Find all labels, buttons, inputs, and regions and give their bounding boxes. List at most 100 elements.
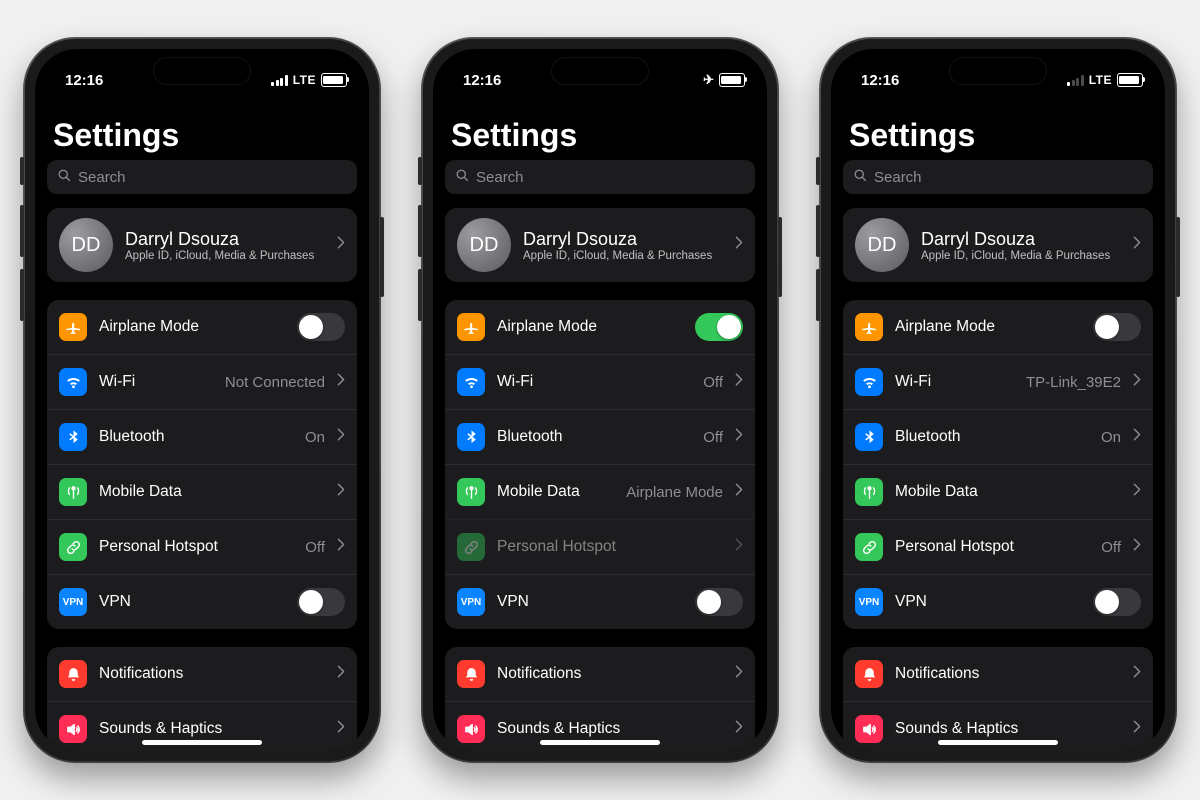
profile-subtitle: Apple ID, iCloud, Media & Purchases (523, 250, 723, 262)
home-indicator[interactable] (938, 740, 1058, 745)
page-title: Settings (445, 99, 755, 160)
search-icon (853, 168, 868, 187)
speaker-icon (855, 715, 883, 743)
avatar: DD (59, 218, 113, 272)
bell-icon (457, 660, 485, 688)
chevron-right-icon (337, 373, 345, 391)
personal-hotspot-row[interactable]: Personal Hotspot Off (843, 519, 1153, 574)
wifi-row[interactable]: Wi-Fi TP-Link_39E2 (843, 354, 1153, 409)
vpn-row[interactable]: VPN VPN (47, 574, 357, 629)
airplane-mode-switch[interactable] (695, 313, 743, 341)
chevron-right-icon (337, 538, 345, 556)
antenna-icon (855, 478, 883, 506)
alerts-group: Notifications Sounds & Haptics Focus (47, 647, 357, 751)
vpn-switch[interactable] (297, 588, 345, 616)
search-icon (57, 168, 72, 187)
wifi-row[interactable]: Wi-Fi Off (445, 354, 755, 409)
search-input[interactable]: Search (47, 160, 357, 194)
connectivity-group: Airplane Mode Wi-Fi Not Connected Blueto… (47, 300, 357, 629)
mobile-data-row[interactable]: Mobile Data (843, 464, 1153, 519)
personal-hotspot-row[interactable]: Personal Hotspot Off (47, 519, 357, 574)
bluetooth-row[interactable]: Bluetooth On (47, 409, 357, 464)
profile-row[interactable]: DD Darryl Dsouza Apple ID, iCloud, Media… (47, 208, 357, 282)
wifi-icon (59, 368, 87, 396)
dynamic-island (949, 57, 1047, 85)
chevron-right-icon (337, 428, 345, 446)
vpn-row[interactable]: VPN VPN (445, 574, 755, 629)
notifications-row[interactable]: Notifications (47, 647, 357, 701)
airplane-mode-switch[interactable] (297, 313, 345, 341)
iphone-frame-2: 12:16 ✈ Settings Search DD Darryl Dsouza (421, 37, 779, 763)
battery-icon (321, 73, 347, 87)
avatar: DD (457, 218, 511, 272)
notifications-row[interactable]: Notifications (843, 647, 1153, 701)
screen: 12:16 LTE Settings Search DD Darryl Dsou… (35, 49, 369, 751)
link-icon (855, 533, 883, 561)
wifi-icon (457, 368, 485, 396)
page-title: Settings (47, 99, 357, 160)
chevron-right-icon (1133, 373, 1141, 391)
notifications-row[interactable]: Notifications (445, 647, 755, 701)
chevron-right-icon (735, 720, 743, 738)
profile-name: Darryl Dsouza (125, 229, 325, 250)
chevron-right-icon (1133, 483, 1141, 501)
clock: 12:16 (861, 72, 899, 89)
bluetooth-row[interactable]: Bluetooth Off (445, 409, 755, 464)
carrier-label: LTE (293, 73, 316, 87)
clock: 12:16 (65, 72, 103, 89)
alerts-group: Notifications Sounds & Haptics Focus (843, 647, 1153, 751)
link-icon (457, 533, 485, 561)
page-title: Settings (843, 99, 1153, 160)
chevron-right-icon (337, 665, 345, 683)
search-input[interactable]: Search (843, 160, 1153, 194)
speaker-icon (59, 715, 87, 743)
hotspot-value: Off (305, 539, 325, 556)
airplane-mode-row[interactable]: Airplane Mode (47, 300, 357, 354)
dynamic-island (551, 57, 649, 85)
profile-name: Darryl Dsouza (921, 229, 1121, 250)
chevron-right-icon (337, 236, 345, 254)
bell-icon (855, 660, 883, 688)
wifi-row[interactable]: Wi-Fi Not Connected (47, 354, 357, 409)
battery-icon (1117, 73, 1143, 87)
search-placeholder: Search (874, 169, 922, 186)
vpn-icon: VPN (457, 588, 485, 616)
hotspot-value: Off (1101, 539, 1121, 556)
mobile-data-row[interactable]: Mobile Data Airplane Mode (445, 464, 755, 519)
wifi-icon (855, 368, 883, 396)
home-indicator[interactable] (540, 740, 660, 745)
bluetooth-row[interactable]: Bluetooth On (843, 409, 1153, 464)
airplane-mode-row[interactable]: Airplane Mode (445, 300, 755, 354)
screen: 12:16 ✈ Settings Search DD Darryl Dsouza (433, 49, 767, 751)
dynamic-island (153, 57, 251, 85)
home-indicator[interactable] (142, 740, 262, 745)
iphone-frame-1: 12:16 LTE Settings Search DD Darryl Dsou… (23, 37, 381, 763)
search-icon (455, 168, 470, 187)
airplane-mode-row[interactable]: Airplane Mode (843, 300, 1153, 354)
vpn-row[interactable]: VPN VPN (843, 574, 1153, 629)
profile-name: Darryl Dsouza (523, 229, 723, 250)
vpn-switch[interactable] (695, 588, 743, 616)
vpn-icon: VPN (59, 588, 87, 616)
personal-hotspot-row: Personal Hotspot (445, 519, 755, 574)
antenna-icon (457, 478, 485, 506)
profile-row[interactable]: DD Darryl Dsouza Apple ID, iCloud, Media… (843, 208, 1153, 282)
chevron-right-icon (337, 483, 345, 501)
profile-row[interactable]: DD Darryl Dsouza Apple ID, iCloud, Media… (445, 208, 755, 282)
chevron-right-icon (1133, 428, 1141, 446)
chevron-right-icon (1133, 236, 1141, 254)
chevron-right-icon (735, 373, 743, 391)
alerts-group: Notifications Sounds & Haptics Focus (445, 647, 755, 751)
carrier-label: LTE (1089, 73, 1112, 87)
search-input[interactable]: Search (445, 160, 755, 194)
airplane-icon (457, 313, 485, 341)
wifi-value: Not Connected (225, 374, 325, 391)
bluetooth-value: Off (703, 429, 723, 446)
chevron-right-icon (735, 665, 743, 683)
chevron-right-icon (337, 720, 345, 738)
mobile-data-row[interactable]: Mobile Data (47, 464, 357, 519)
vpn-switch[interactable] (1093, 588, 1141, 616)
bluetooth-icon (855, 423, 883, 451)
airplane-icon (855, 313, 883, 341)
airplane-mode-switch[interactable] (1093, 313, 1141, 341)
